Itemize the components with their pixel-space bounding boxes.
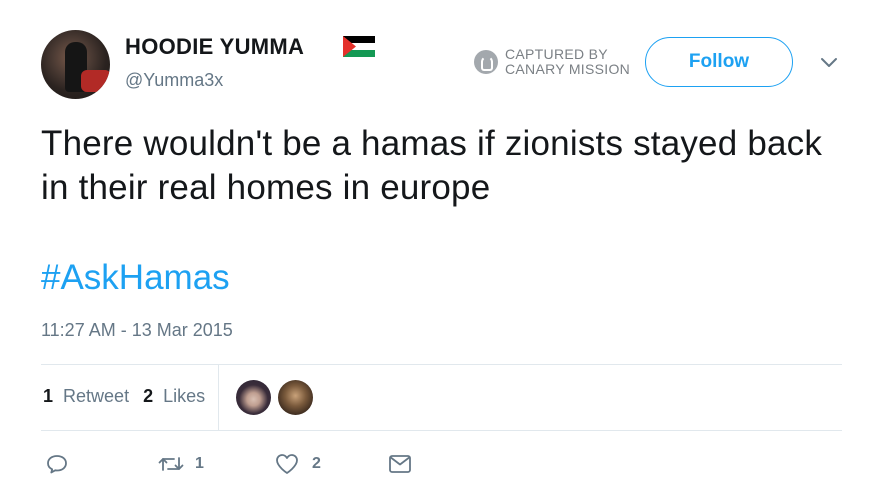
retweets-label: Retweet	[63, 386, 130, 406]
likes-label: Likes	[163, 386, 206, 406]
watermark-line1: CAPTURED BY	[505, 46, 608, 62]
captured-by-watermark: CAPTURED BY CANARY MISSION	[474, 47, 630, 77]
heart-icon	[274, 452, 300, 476]
user-avatar[interactable]	[41, 30, 110, 99]
liker-avatar[interactable]	[236, 380, 271, 415]
envelope-icon	[388, 452, 412, 476]
follow-button[interactable]: Follow	[645, 37, 793, 87]
tweet-timestamp[interactable]: 11:27 AM - 13 Mar 2015	[41, 320, 233, 341]
tweet-text: There wouldn't be a hamas if zionists st…	[41, 124, 823, 207]
watermark-line2: CANARY MISSION	[505, 61, 631, 77]
like-button[interactable]: 2	[274, 452, 321, 476]
direct-message-button[interactable]	[388, 452, 412, 476]
user-handle[interactable]: @Yumma3x	[125, 70, 223, 91]
hashtag-link[interactable]: #AskHamas	[41, 258, 230, 298]
chevron-down-icon[interactable]	[818, 55, 840, 71]
liker-avatar[interactable]	[278, 380, 313, 415]
watermark-text: CAPTURED BY CANARY MISSION	[505, 47, 630, 77]
retweets-count: 1	[43, 386, 54, 406]
canary-mission-logo-icon	[474, 50, 498, 74]
likes-stat[interactable]: 2 Likes	[143, 386, 205, 407]
retweet-button[interactable]: 1	[157, 452, 204, 476]
retweet-count: 1	[195, 455, 204, 472]
engagement-stats: 1 Retweet 2 Likes	[43, 386, 205, 407]
display-name[interactable]: HOODIE YUMMA	[125, 34, 304, 60]
palestine-flag-icon	[343, 36, 375, 57]
retweets-stat[interactable]: 1 Retweet	[43, 386, 129, 407]
divider-top	[41, 364, 842, 365]
retweet-icon	[157, 452, 185, 476]
likes-count: 2	[143, 386, 154, 406]
like-count: 2	[312, 455, 321, 472]
reply-button[interactable]	[45, 452, 69, 476]
divider-bottom	[41, 430, 842, 431]
avatar-detail	[81, 70, 110, 92]
stats-separator	[218, 364, 219, 430]
reply-icon	[45, 452, 69, 476]
